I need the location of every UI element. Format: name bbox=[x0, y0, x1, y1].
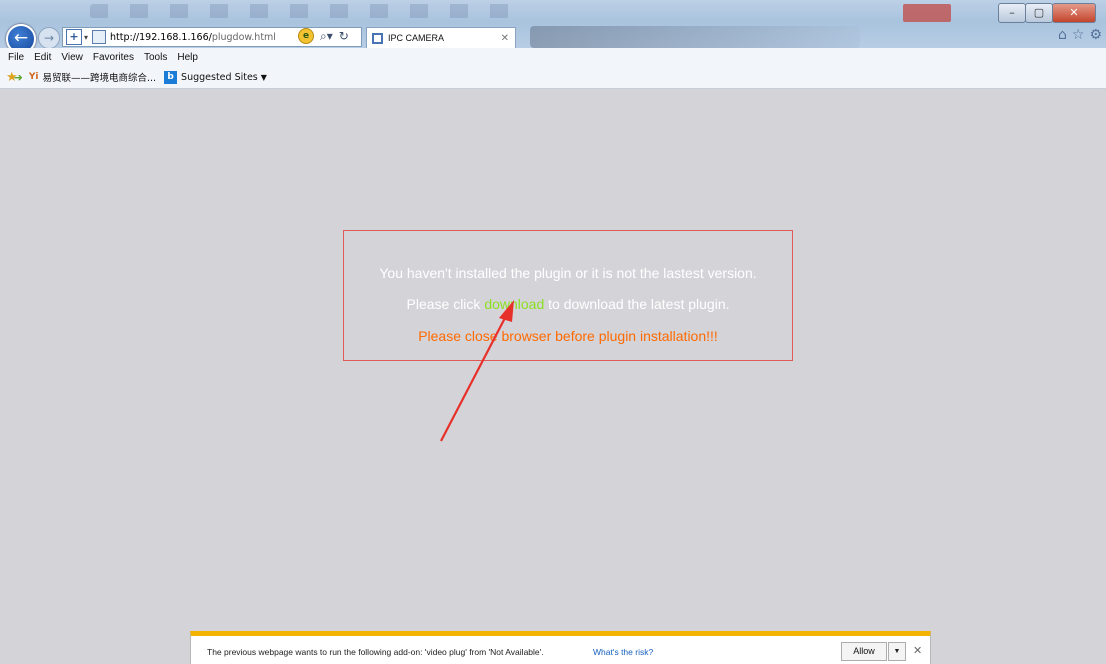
close-icon[interactable]: ✕ bbox=[913, 644, 922, 657]
allow-button[interactable]: Allow bbox=[841, 642, 887, 661]
notification-message: The previous webpage wants to run the fo… bbox=[207, 647, 544, 657]
red-arrow-annotation bbox=[440, 300, 514, 442]
addon-notification-bar: The previous webpage wants to run the fo… bbox=[190, 631, 931, 664]
allow-dropdown-button[interactable]: ▼ bbox=[888, 642, 906, 661]
whats-the-risk-link[interactable]: What's the risk? bbox=[593, 647, 653, 657]
